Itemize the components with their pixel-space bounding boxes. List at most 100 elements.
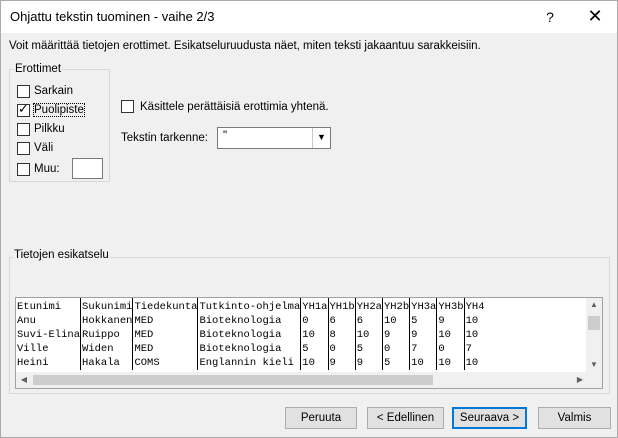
preview-legend: Tietojen esikatselu <box>13 249 110 261</box>
preview-cell[interactable]: 6 <box>327 314 356 328</box>
preview-cell[interactable]: 10 <box>436 328 465 342</box>
preview-cell[interactable]: Ville <box>16 342 81 356</box>
scrollbar-corner <box>586 372 602 388</box>
preview-cell[interactable]: 10 <box>436 356 465 370</box>
preview-cell[interactable]: 10 <box>463 328 485 342</box>
preview-cell[interactable]: 5 <box>381 356 410 370</box>
horizontal-scroll-thumb[interactable] <box>33 375 433 385</box>
other-checkbox[interactable] <box>17 162 30 176</box>
delimiter-space-option[interactable]: Väli <box>17 140 53 156</box>
preview-cell[interactable]: 9 <box>381 328 410 342</box>
semicolon-label: Puolipiste <box>33 103 85 117</box>
preview-cell[interactable]: MED <box>132 314 198 328</box>
preview-cell[interactable]: 8 <box>327 328 356 342</box>
consecutive-option[interactable]: Käsittele perättäisiä erottimia yhtenä. <box>121 100 329 113</box>
preview-cell[interactable]: Ruippo <box>80 328 133 342</box>
other-delimiter-input[interactable] <box>72 158 103 179</box>
preview-cell[interactable]: 7 <box>409 342 437 356</box>
preview-cell[interactable]: 0 <box>327 342 356 356</box>
help-button[interactable]: ? <box>532 1 568 33</box>
consecutive-checkbox[interactable] <box>121 100 134 113</box>
preview-cell[interactable]: 5 <box>300 342 328 356</box>
text-qualifier-select[interactable]: " ▼ <box>217 127 331 149</box>
preview-pane[interactable]: Etunimi Sukunimi Tiedekunta Tutkinto-ohjelm… <box>15 297 603 389</box>
scroll-left-icon[interactable]: ◀ <box>16 372 32 388</box>
preview-cell[interactable]: MED <box>132 342 198 356</box>
preview-column-header[interactable]: YH3a <box>409 298 437 314</box>
check-mark-icon: ✓ <box>18 100 29 116</box>
other-label: Muu: <box>34 163 60 175</box>
preview-cell[interactable]: 9 <box>409 328 437 342</box>
preview-cell[interactable]: 0 <box>436 342 465 356</box>
preview-cell[interactable]: Bioteknologia <box>197 342 301 356</box>
preview-cell[interactable]: 10 <box>354 328 383 342</box>
delimiter-tab-option[interactable]: Sarkain <box>17 83 73 99</box>
tab-checkbox[interactable] <box>17 84 30 98</box>
preview-column-header[interactable]: Etunimi <box>16 298 81 314</box>
next-button[interactable]: Seuraava > <box>452 407 527 429</box>
semicolon-checkbox[interactable]: ✓ <box>17 100 30 117</box>
preview-cell[interactable]: 9 <box>354 356 383 370</box>
preview-table: Etunimi Sukunimi Tiedekunta Tutkinto-ohjelm… <box>16 298 485 370</box>
preview-column-header[interactable]: YH3b <box>436 298 465 314</box>
preview-cell[interactable]: 7 <box>463 342 485 356</box>
preview-row: Anu Hokkanen MED Bioteknologia 0 6 6 10 5 9 10 <box>16 314 485 328</box>
delimiter-other-option[interactable]: Muu: <box>17 161 60 177</box>
comma-label: Pilkku <box>34 123 65 135</box>
preview-column-header[interactable]: Sukunimi <box>80 298 133 314</box>
preview-cell[interactable]: 10 <box>300 328 328 342</box>
tab-label: Sarkain <box>34 85 73 97</box>
preview-column-header[interactable]: YH1a <box>300 298 328 314</box>
preview-cell[interactable]: 9 <box>327 356 356 370</box>
text-qualifier-value: " <box>223 130 228 142</box>
preview-column-header[interactable]: YH1b <box>327 298 356 314</box>
preview-cell[interactable]: Bioteknologia <box>197 314 301 328</box>
preview-column-header[interactable]: YH4 <box>463 298 485 314</box>
preview-cell[interactable]: 10 <box>300 356 328 370</box>
preview-cell[interactable]: Suvi-Elina <box>16 328 81 342</box>
preview-cell[interactable]: 5 <box>354 342 383 356</box>
vertical-scroll-thumb[interactable] <box>588 316 600 330</box>
preview-cell[interactable]: 6 <box>354 314 383 328</box>
preview-column-header[interactable]: Tiedekunta <box>132 298 198 314</box>
finish-button[interactable]: Valmis <box>538 407 611 429</box>
preview-cell[interactable]: Hakala <box>80 356 133 370</box>
preview-cell[interactable]: 0 <box>381 342 410 356</box>
vertical-scrollbar[interactable]: ▲ ▼ <box>586 298 602 372</box>
preview-cell[interactable]: Heini <box>16 356 81 370</box>
space-checkbox[interactable] <box>17 141 30 155</box>
chevron-down-icon[interactable]: ▼ <box>312 128 330 148</box>
preview-column-header[interactable]: YH2b <box>381 298 410 314</box>
space-label: Väli <box>34 142 54 154</box>
preview-cell[interactable]: 10 <box>381 314 410 328</box>
delimiters-legend: Erottimet <box>14 63 63 75</box>
preview-cell[interactable]: COMS <box>132 356 198 370</box>
preview-cell[interactable]: 10 <box>409 356 437 370</box>
preview-cell[interactable]: 10 <box>463 314 485 328</box>
preview-cell[interactable]: Anu <box>16 314 81 328</box>
preview-cell[interactable]: Englannin kieli <box>197 356 301 370</box>
preview-cell[interactable]: 0 <box>300 314 328 328</box>
preview-cell[interactable]: Bioteknologia <box>197 328 301 342</box>
import-wizard-dialog: Ohjattu tekstin tuominen - vaihe 2/3 ? ✕… <box>0 0 618 438</box>
preview-column-header[interactable]: Tutkinto-ohjelma <box>197 298 301 314</box>
preview-cell[interactable]: Widen <box>80 342 133 356</box>
comma-checkbox[interactable] <box>17 122 30 136</box>
preview-cell[interactable]: 9 <box>436 314 465 328</box>
delimiter-semicolon-option[interactable]: ✓ Puolipiste <box>17 100 85 118</box>
preview-cell[interactable]: 10 <box>463 356 485 370</box>
preview-column-header[interactable]: YH2a <box>354 298 383 314</box>
cancel-button[interactable]: Peruuta <box>285 407 357 429</box>
horizontal-scrollbar[interactable]: ◀ ▶ <box>16 372 588 388</box>
scroll-down-icon[interactable]: ▼ <box>586 358 602 372</box>
delimiter-comma-option[interactable]: Pilkku <box>17 121 65 137</box>
preview-cell[interactable]: MED <box>132 328 198 342</box>
close-icon[interactable]: ✕ <box>573 1 617 33</box>
scroll-up-icon[interactable]: ▲ <box>586 298 602 312</box>
back-button[interactable]: < Edellinen <box>367 407 444 429</box>
preview-cell[interactable]: 5 <box>409 314 437 328</box>
text-qualifier-label: Tekstin tarkenne: <box>121 132 208 144</box>
consecutive-label: Käsittele perättäisiä erottimia yhtenä. <box>140 100 329 113</box>
preview-cell[interactable]: Hokkanen <box>80 314 133 328</box>
preview-row: Ville Widen MED Bioteknologia 5 0 5 0 7 0 7 <box>16 342 485 356</box>
